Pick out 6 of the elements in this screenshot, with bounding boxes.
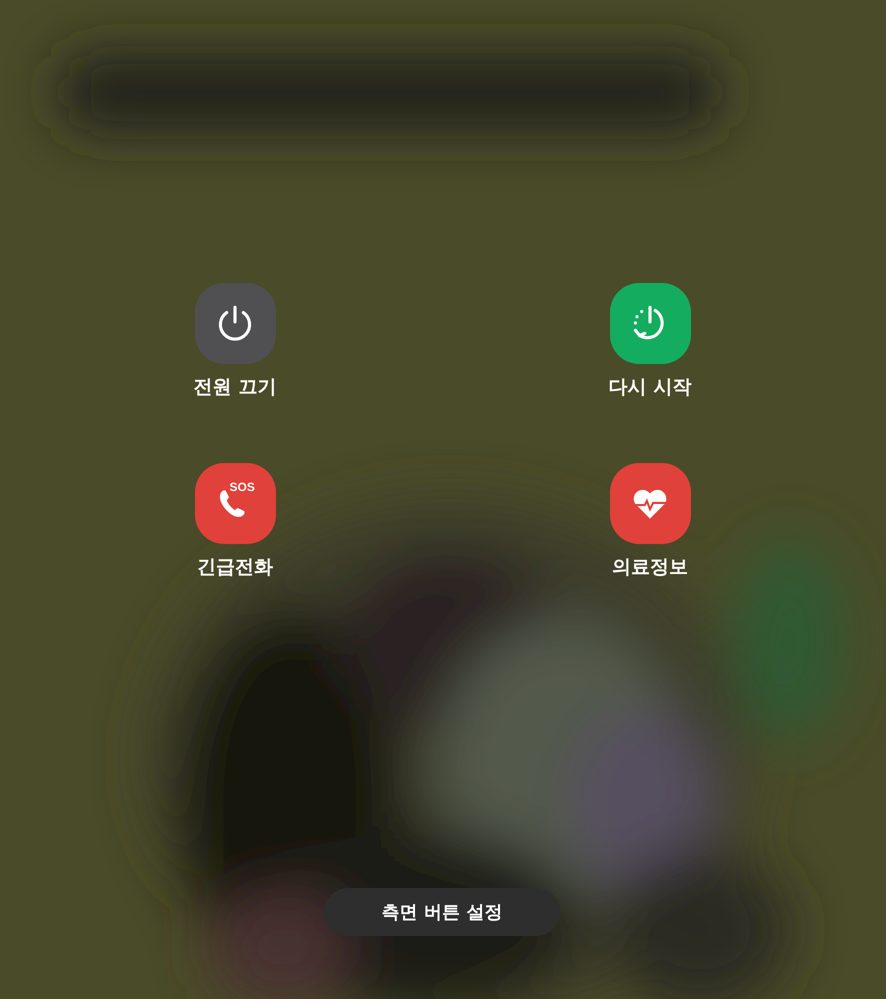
action-label: 긴급전화: [197, 555, 273, 580]
action-label: 의료정보: [612, 555, 688, 580]
action-label: 전원 끄기: [194, 375, 276, 400]
side-button-settings-button[interactable]: 측면 버튼 설정: [324, 888, 560, 936]
sos-label: SOS: [230, 480, 255, 494]
action-label: 다시 시작: [608, 375, 692, 400]
